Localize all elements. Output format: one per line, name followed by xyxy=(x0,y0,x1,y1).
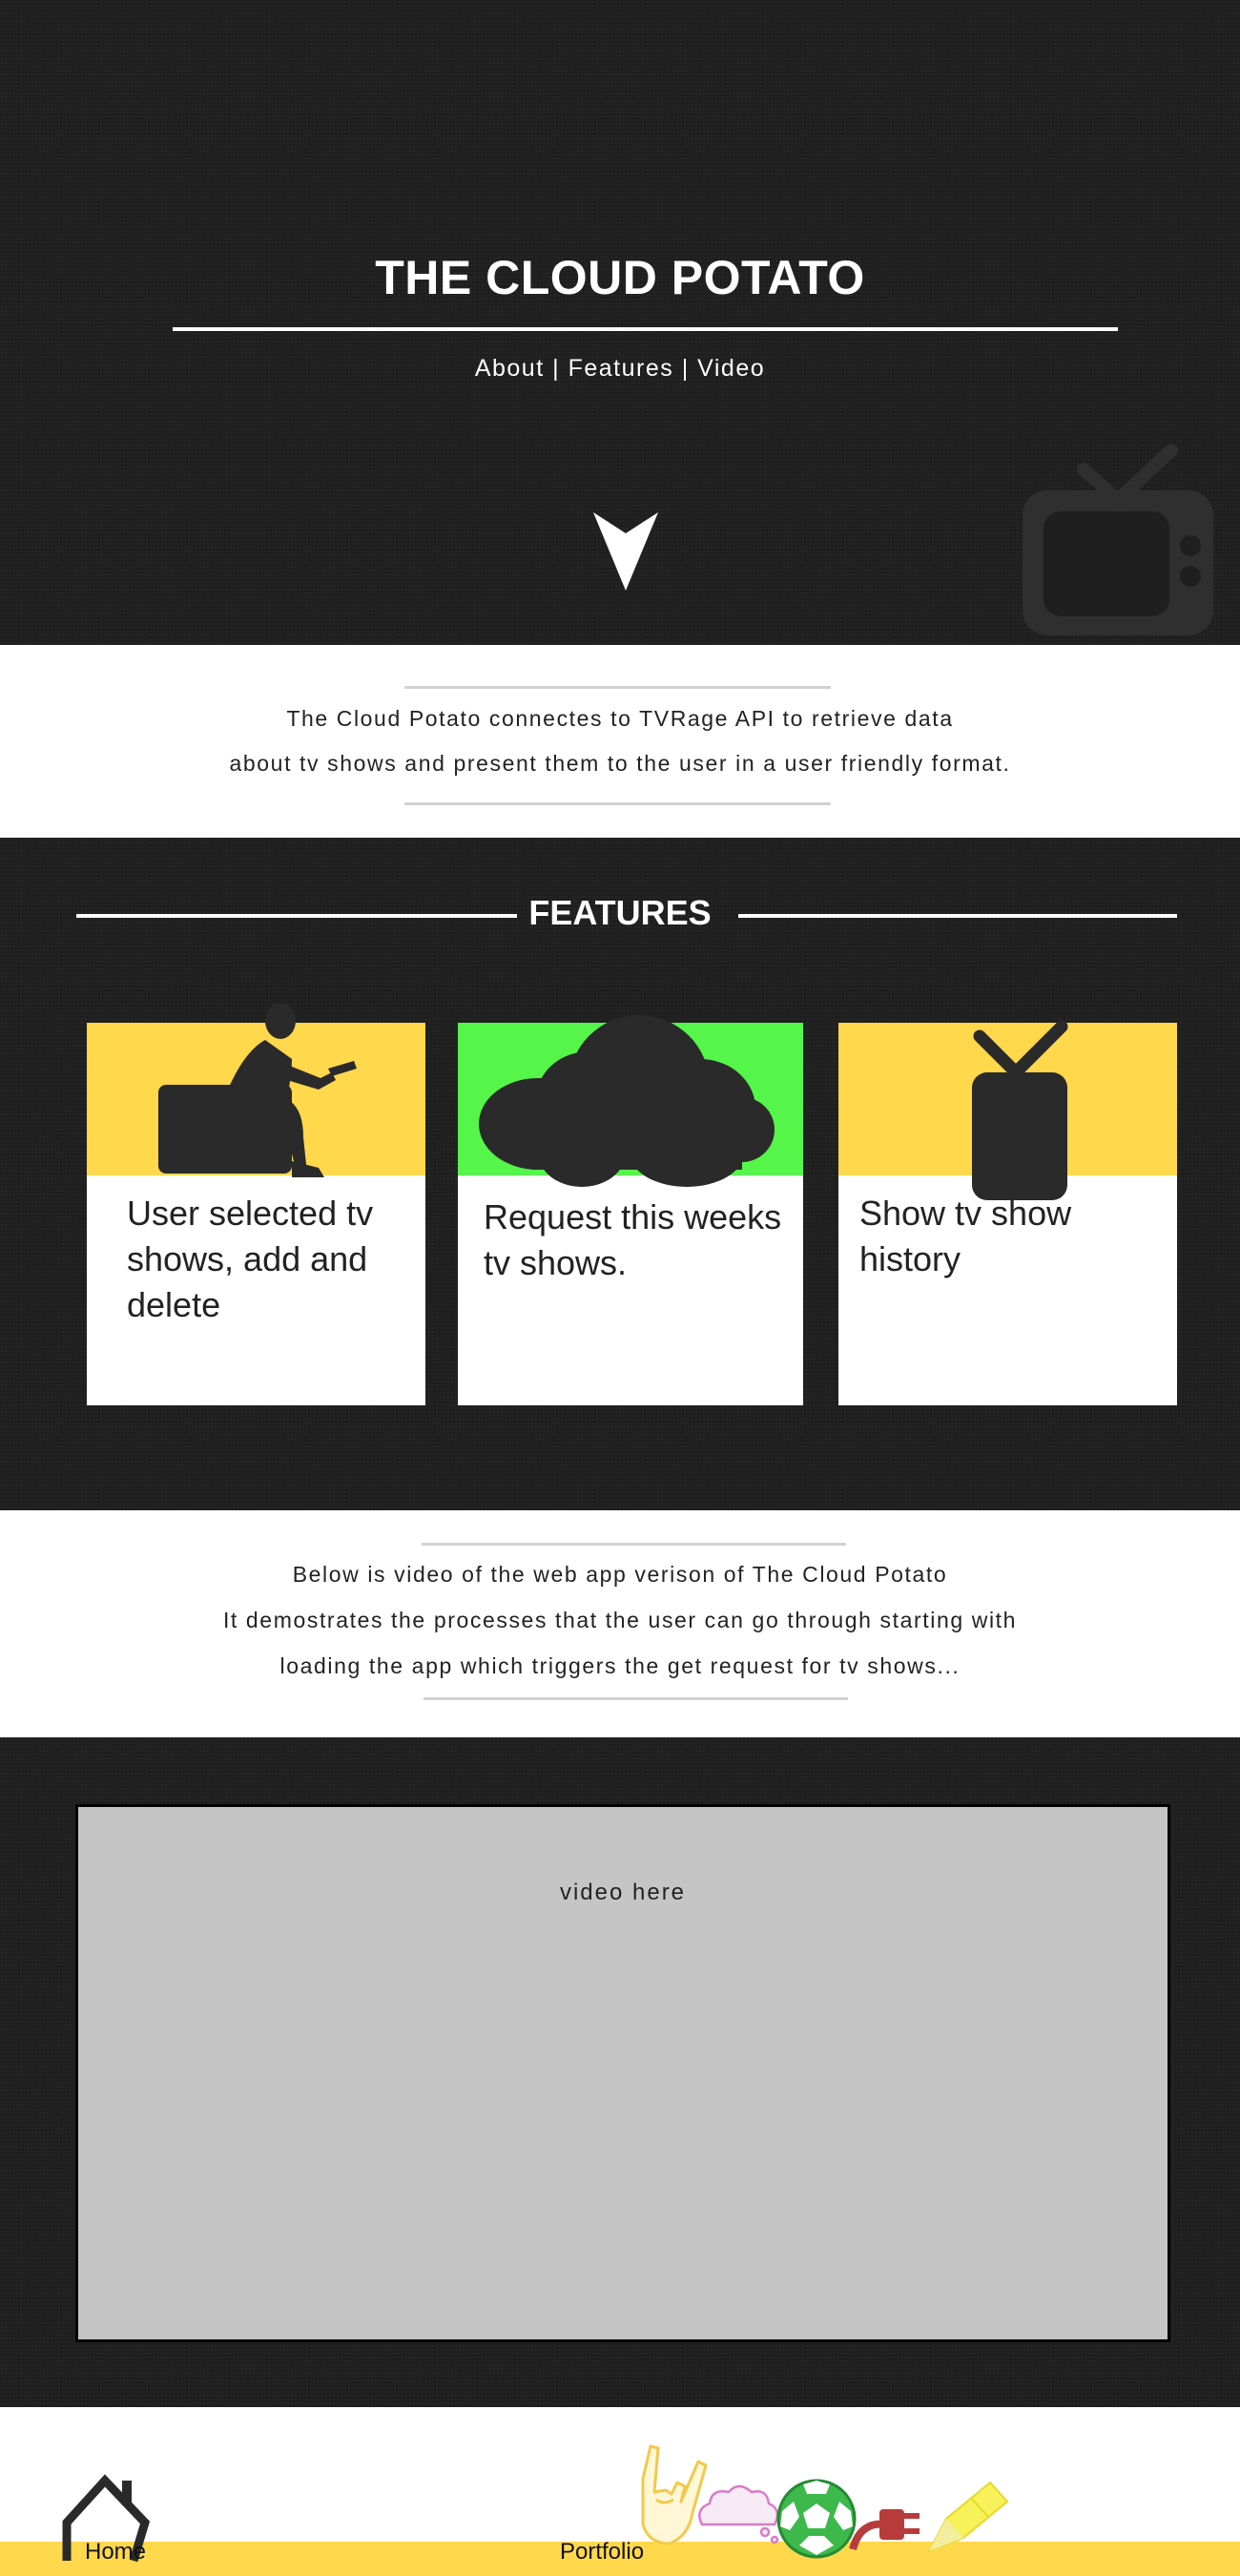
portfolio-icons[interactable] xyxy=(631,2444,1013,2559)
about-bottom-divider xyxy=(404,802,831,805)
video-intro-line: It demostrates the processes that the us… xyxy=(222,1608,1018,1632)
card-text: Request this weeks tv shows. xyxy=(484,1195,781,1286)
person-watching-tv-icon xyxy=(158,1003,357,1177)
title-divider xyxy=(173,327,1118,331)
card-text: User selected tv shows, add and delete xyxy=(127,1191,373,1328)
feature-card-show-history: Show tv show history xyxy=(838,1020,1177,1405)
about-text-line: about tv shows and present them to the u… xyxy=(229,751,1011,776)
card-text-line: User selected tv xyxy=(127,1194,374,1233)
about-top-divider xyxy=(404,686,831,689)
video-intro-top-divider xyxy=(422,1543,846,1546)
card-text-line: tv shows. xyxy=(484,1243,628,1282)
video-player[interactable]: video here xyxy=(75,1804,1170,2342)
nav-separator: | xyxy=(681,355,690,382)
site-title: THE CLOUD POTATO xyxy=(375,251,865,304)
card-text: Show tv show history xyxy=(859,1191,1071,1282)
nav-separator: | xyxy=(552,355,561,382)
card-text-line: delete xyxy=(127,1285,221,1324)
video-placeholder-text: video here xyxy=(559,1880,687,1905)
about-text-line: The Cloud Potato connectes to TVRage API… xyxy=(286,706,954,731)
card-text-line: shows, add and xyxy=(127,1239,368,1278)
plug-icon xyxy=(849,2509,920,2551)
nav-link-about[interactable]: About xyxy=(475,355,545,382)
hero-nav: About | Features | Video xyxy=(0,355,1240,383)
video-intro-line: Below is video of the web app verison of… xyxy=(292,1562,948,1587)
footer-home-link[interactable]: Home xyxy=(85,2539,146,2566)
features-heading: FEATURES xyxy=(528,893,712,932)
card-text-line: history xyxy=(859,1239,961,1278)
about-section: The Cloud Potato connectes to TVRage API… xyxy=(0,645,1240,838)
soccer-ball-icon xyxy=(776,2479,857,2559)
pencil-icon xyxy=(926,2481,1009,2553)
down-arrow-icon[interactable] xyxy=(593,512,658,591)
card-text-line: Request this weeks xyxy=(484,1197,782,1236)
cloud-icon xyxy=(698,2484,779,2545)
tv-antenna-icon xyxy=(972,1020,1068,1200)
hero-section: THE CLOUD POTATO About | Features | Vide… xyxy=(0,0,1240,645)
feature-card-user-shows: User selected tv shows, add and delete xyxy=(87,1003,425,1405)
nav-link-video[interactable]: Video xyxy=(697,355,765,382)
features-right-divider xyxy=(738,914,1177,918)
tv-icon xyxy=(1023,444,1213,635)
video-intro-bottom-divider xyxy=(424,1697,848,1700)
nav-link-features[interactable]: Features xyxy=(568,355,674,382)
cloud-icon xyxy=(479,1015,775,1187)
feature-card-weekly-shows: Request this weeks tv shows. xyxy=(458,1015,803,1405)
rock-hand-icon xyxy=(641,2444,708,2545)
card-text-line: Show tv show xyxy=(859,1194,1072,1233)
video-intro-line: loading the app which triggers the get r… xyxy=(279,1653,961,1678)
video-intro-section: Below is video of the web app verison of… xyxy=(0,1510,1240,1737)
